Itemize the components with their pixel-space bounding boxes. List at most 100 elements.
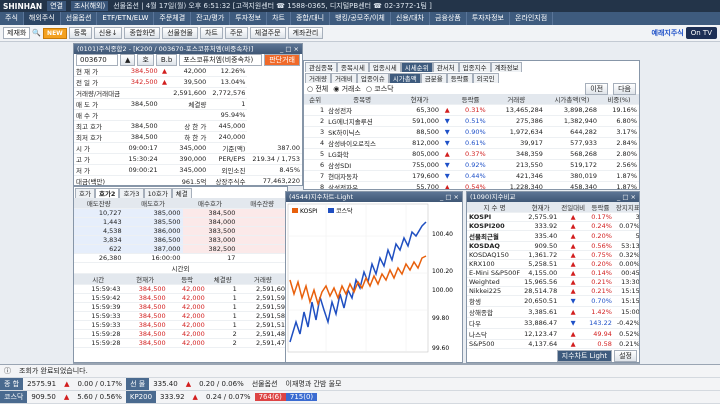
tab[interactable]: 시세순위 <box>400 62 433 72</box>
orderbook-row[interactable]: 3,834 386,500 383,000 <box>74 235 287 245</box>
index-row[interactable]: 항셍 20,650.51 ▼ 0.70% 15:15 <box>467 295 639 307</box>
toolbar-button[interactable]: 주문 <box>224 27 248 39</box>
index-row[interactable]: 선물최근월 335.40 ▲ 0.20% 5 <box>467 230 639 242</box>
tab[interactable]: 금분율 <box>420 73 447 83</box>
window-controls-icon[interactable]: _ □ × <box>617 192 636 202</box>
menu-item[interactable]: 금융상품 <box>430 12 467 25</box>
menu-item[interactable]: 잔고/평가 <box>191 12 231 25</box>
tab[interactable]: 업종지수 <box>458 62 491 72</box>
radio-all[interactable]: ○ 전체 <box>307 84 328 94</box>
window-controls-icon[interactable]: _ □ × <box>440 192 459 202</box>
table-row[interactable]: 2 LG에너지솔루션 591,000 ▼ 0.51% 275,386 1,382,940 6.… <box>304 115 639 127</box>
tv-button[interactable]: On TV <box>685 27 717 39</box>
table-row[interactable]: 8 삼성전자우 55,700 ▲ 0.54% 1,228,340 458,340 1.87% <box>304 181 639 189</box>
index-row[interactable]: KOSDAQ150 1,361.72 ▲ 0.75% 0.32% <box>467 250 639 260</box>
banner-logo[interactable]: 예래지주식 <box>652 28 684 38</box>
index-chart-light-button[interactable]: 지수차트 Light <box>556 350 613 362</box>
column-header[interactable]: 비중(%) <box>598 94 639 105</box>
tab[interactable]: 계좌정보 <box>490 62 523 72</box>
new-badge[interactable]: NEW <box>43 27 67 39</box>
next-button[interactable]: 다음 <box>613 82 636 95</box>
index-row[interactable]: KOSPI 2,575.91 ▲ 0.17% 3 <box>467 212 639 222</box>
index-row[interactable]: 상해종합 3,385.61 ▲ 1.42% 15:00 <box>467 306 639 318</box>
table-row[interactable]: 5 LG화학 805,000 ▲ 0.37% 348,359 568,268 2.80% <box>304 148 639 160</box>
toolbar-button[interactable]: 차트 <box>199 27 223 39</box>
settings-button[interactable]: 설정 <box>614 350 637 362</box>
menu-item[interactable]: 주문체결 <box>154 12 192 25</box>
summary-cell: 대금(백만) <box>74 175 125 185</box>
menu-item[interactable]: 신용/대차 <box>391 12 430 25</box>
toolbar-button[interactable]: 신용↓ <box>93 27 123 39</box>
index-row[interactable]: Nikkei225 28,514.78 ▲ 0.21% 15:15 <box>467 286 639 296</box>
menu-item[interactable]: 종합/대니 <box>291 12 331 25</box>
column-header[interactable] <box>440 94 454 105</box>
menu-item[interactable]: 투자자정보 <box>467 12 510 25</box>
table-row[interactable]: 6 삼성SDI 755,000 ▼ 0.92% 213,550 519,172 2.56% <box>304 159 639 171</box>
toolbar-button[interactable]: 선물현물 <box>162 27 198 39</box>
table-row[interactable]: 3 SK하이닉스 88,500 ▼ 0.90% 1,972,634 644,282 3.17% <box>304 126 639 138</box>
tab[interactable]: 호가 <box>75 188 95 198</box>
connection-tab[interactable]: 연결 <box>47 1 66 11</box>
menu-item[interactable]: 주식 <box>0 12 24 25</box>
ticker-row: 코스닥 909.50 ▲ 5.60 / 0.56% KP200 333.92 ▲ 0.24 /… <box>0 391 720 404</box>
up-button[interactable]: ▲ <box>120 54 136 66</box>
menu-item[interactable]: 선물옵션 <box>61 12 98 25</box>
stock-code-input[interactable]: 003670 <box>76 54 118 66</box>
menu-item[interactable]: 해외주식 <box>23 12 61 25</box>
orderbook-row[interactable]: 4,538 386,000 383,500 <box>74 226 287 236</box>
table-row[interactable]: 4 삼성바이오로직스 812,000 ▼ 0.61% 39,917 577,933 2.84% <box>304 137 639 149</box>
bb-button[interactable]: B.b <box>155 54 178 66</box>
tab[interactable]: 관서처 <box>432 62 459 72</box>
prev-button[interactable]: 이전 <box>585 82 609 95</box>
index-row[interactable]: KRX100 5,258.51 ▲ 0.20% 0.00% <box>467 259 639 269</box>
menu-item[interactable]: 뱅킹/공모주/이체 <box>330 12 391 25</box>
toolbar-button[interactable]: 등록 <box>68 27 92 39</box>
tab[interactable]: 거래비 <box>330 73 357 83</box>
index-row[interactable]: KOSPI200 333.92 ▲ 0.24% 0.07% <box>467 221 639 231</box>
column-header[interactable]: 현재가 <box>398 94 441 105</box>
column-header[interactable]: 종목명 <box>326 94 399 105</box>
menu-item[interactable]: 온라인지점 <box>510 12 554 25</box>
table-row[interactable]: 1 삼성전자 65,300 ▲ 0.31% 13,465,284 3,898,268 19.1… <box>304 104 639 116</box>
trade-button[interactable]: 판단거래 <box>264 54 300 66</box>
radio-kospi[interactable]: ◉ 거래소 <box>333 84 361 94</box>
tab[interactable]: 거래량 <box>305 73 331 83</box>
toolbar-button[interactable]: 종합화면 <box>124 27 161 39</box>
menu-item[interactable]: 차트 <box>267 12 291 25</box>
orderbook-row[interactable]: 622 387,000 382,500 <box>74 244 287 254</box>
tab[interactable]: 10호가 <box>143 188 172 198</box>
menu-item[interactable]: 투자정보 <box>230 12 268 25</box>
window-controls-icon[interactable]: _ □ × <box>280 44 299 54</box>
index-row[interactable]: 다우 33,886.47 ▼ 143.22 -0.42% <box>467 317 639 329</box>
index-row[interactable]: Weighted 15,965.56 ▲ 0.21% 13:30 <box>467 277 639 287</box>
tab[interactable]: 종목시세 <box>336 62 369 72</box>
search-icon[interactable]: 🔍 <box>32 29 41 37</box>
toolbar-button[interactable]: 계좌관리 <box>287 27 324 39</box>
tab[interactable]: 호가2 <box>94 188 120 198</box>
tab[interactable]: 호가3 <box>119 188 144 198</box>
menu-item[interactable]: ETF/ETN/ELW <box>97 12 155 25</box>
radio-kosdaq[interactable]: ○ 코스닥 <box>366 84 394 94</box>
orderbook-row[interactable]: 1,443 385,500 384,000 <box>74 217 287 227</box>
toolbar-button[interactable]: 체결주문 <box>249 27 286 39</box>
column-header[interactable]: 시가총액(억) <box>544 94 599 105</box>
table-row[interactable]: 7 현대자동차 179,600 ▼ 0.44% 421,346 380,019 1.87% <box>304 170 639 182</box>
column-header[interactable]: 등락률 <box>453 94 488 105</box>
overseas-tab[interactable]: 조사(해외) <box>71 1 109 11</box>
tab[interactable]: 체결 <box>171 188 192 198</box>
column-header[interactable]: 거래량 <box>487 94 545 105</box>
index-row[interactable]: E-Mini S&P500F 4,155.00 ▲ 0.14% 00:45 <box>467 268 639 278</box>
index-row[interactable]: S&P500 4,137.64 ▲ 0.58 0.21% <box>467 339 639 349</box>
tab[interactable]: 업종시세 <box>368 62 401 72</box>
index-row[interactable]: 나스닥 12,123.47 ▲ 49.94 0.52% <box>467 328 639 340</box>
tab[interactable]: 등락률 <box>446 73 473 83</box>
index-row[interactable]: KOSDAQ 909.50 ▲ 0.56% 53:13 <box>467 241 639 251</box>
tab[interactable]: 업종이슈 <box>356 73 389 83</box>
orderbook-row[interactable]: 10,727 385,000 384,500 <box>74 208 287 218</box>
quote-button[interactable]: 호 <box>137 54 154 66</box>
tab[interactable]: 외국인 <box>472 73 499 83</box>
tab[interactable]: 시가총액 <box>388 73 421 83</box>
screen-number-input[interactable]: 제재화 <box>3 27 31 39</box>
tab[interactable]: 관심종목 <box>305 62 337 72</box>
column-header[interactable]: 순위 <box>304 94 327 105</box>
